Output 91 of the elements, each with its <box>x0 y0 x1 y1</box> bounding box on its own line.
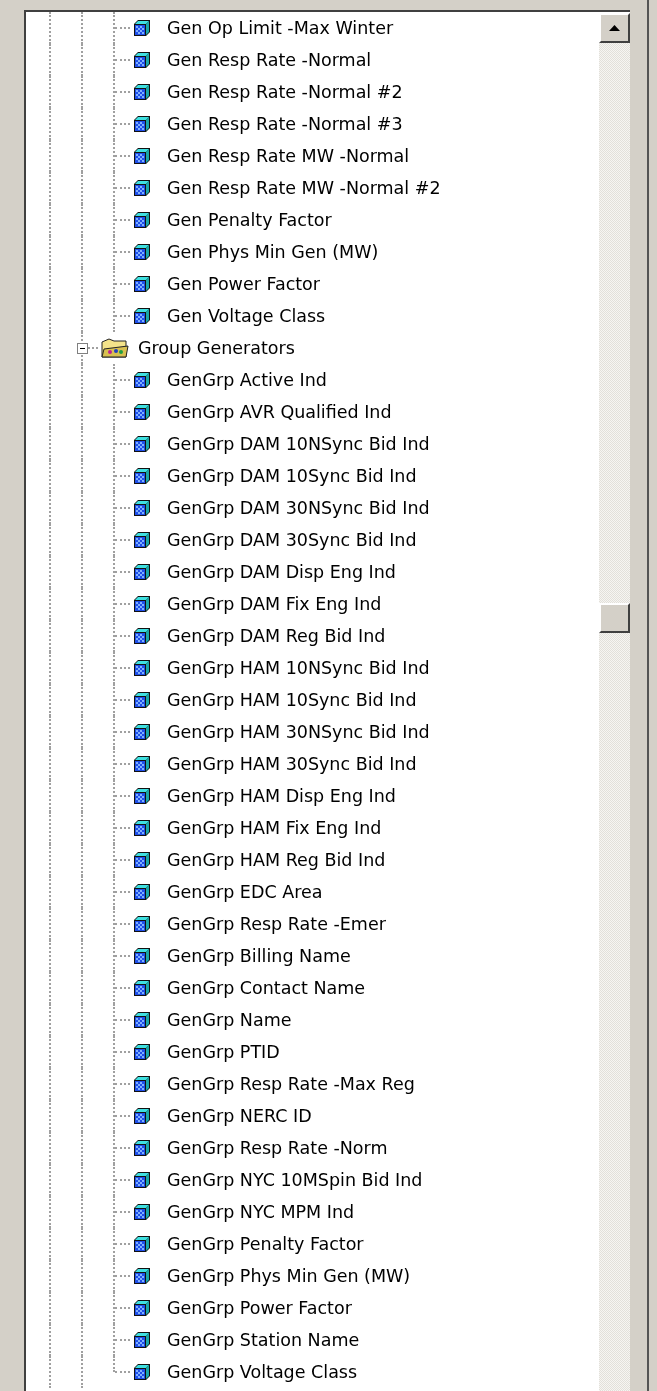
tree-item[interactable]: GenGrp Penalty Factor <box>167 1233 364 1255</box>
tree-item[interactable]: GenGrp HAM Disp Eng Ind <box>167 785 396 807</box>
tree-item[interactable]: GenGrp HAM 30NSync Bid Ind <box>167 721 430 743</box>
cube-icon <box>133 1331 151 1349</box>
cube-icon <box>133 1011 151 1029</box>
tree-item[interactable]: GenGrp DAM Fix Eng Ind <box>167 593 382 615</box>
cube-icon <box>133 819 151 837</box>
vertical-scrollbar[interactable] <box>599 13 630 1391</box>
tree-item[interactable]: GenGrp DAM 10Sync Bid Ind <box>167 465 417 487</box>
tree-item[interactable]: GenGrp Station Name <box>167 1329 360 1351</box>
cube-icon <box>133 947 151 965</box>
collapse-icon[interactable] <box>77 343 88 354</box>
cube-icon <box>133 307 151 325</box>
tree-item[interactable]: GenGrp Resp Rate -Emer <box>167 913 386 935</box>
tree-item[interactable]: GenGrp DAM Reg Bid Ind <box>167 625 386 647</box>
tree-item[interactable]: GenGrp Resp Rate -Max Reg <box>167 1073 415 1095</box>
tree-item[interactable]: Gen Resp Rate MW -Normal <box>167 145 410 167</box>
tree-item[interactable]: GenGrp Phys Min Gen (MW) <box>167 1265 411 1287</box>
cube-icon <box>133 531 151 549</box>
tree-item[interactable]: GenGrp PTID <box>167 1041 280 1063</box>
tree-item[interactable]: GenGrp Name <box>167 1009 292 1031</box>
cube-icon <box>133 883 151 901</box>
cube-icon <box>133 51 151 69</box>
tree-item[interactable]: Gen Penalty Factor <box>167 209 332 231</box>
tree-item[interactable]: Gen Power Factor <box>167 273 321 295</box>
tree-item[interactable]: GenGrp Active Ind <box>167 369 327 391</box>
cube-icon <box>133 1043 151 1061</box>
cube-icon <box>133 19 151 37</box>
cube-icon <box>133 1235 151 1253</box>
tree-item[interactable]: GenGrp DAM 30NSync Bid Ind <box>167 497 430 519</box>
open-folder-icon <box>100 337 130 359</box>
cube-icon <box>133 403 151 421</box>
tree-item[interactable]: GenGrp AVR Qualified Ind <box>167 401 392 423</box>
tree-item[interactable]: GenGrp HAM Reg Bid Ind <box>167 849 386 871</box>
cube-icon <box>133 691 151 709</box>
cube-icon <box>133 243 151 261</box>
cube-icon <box>133 211 151 229</box>
cube-icon <box>133 1203 151 1221</box>
tree-item[interactable]: Gen Resp Rate -Normal #3 <box>167 113 403 135</box>
cube-icon <box>133 1139 151 1157</box>
up-arrow-icon <box>609 25 620 31</box>
cube-icon <box>133 147 151 165</box>
tree-item[interactable]: GenGrp Billing Name <box>167 945 351 967</box>
cube-icon <box>133 467 151 485</box>
tree-item[interactable]: Gen Resp Rate -Normal #2 <box>167 81 403 103</box>
tree-item[interactable]: GenGrp HAM 10Sync Bid Ind <box>167 689 417 711</box>
tree-item[interactable]: GenGrp Contact Name <box>167 977 366 999</box>
cube-icon <box>133 979 151 997</box>
cube-icon <box>133 371 151 389</box>
cube-icon <box>133 787 151 805</box>
cube-icon <box>133 595 151 613</box>
tree-item[interactable]: Gen Resp Rate MW -Normal #2 <box>167 177 441 199</box>
cube-icon <box>133 1267 151 1285</box>
cube-icon <box>133 1363 151 1381</box>
tree-item[interactable]: Gen Resp Rate -Normal <box>167 49 372 71</box>
tree-item[interactable]: GenGrp NYC 10MSpin Bid Ind <box>167 1169 423 1191</box>
cube-icon <box>133 563 151 581</box>
cube-icon <box>133 1075 151 1093</box>
tree-item[interactable]: GenGrp HAM Fix Eng Ind <box>167 817 382 839</box>
cube-icon <box>133 1299 151 1317</box>
tree-item[interactable]: GenGrp EDC Area <box>167 881 323 903</box>
scrollbar-thumb[interactable] <box>599 603 630 633</box>
cube-icon <box>133 179 151 197</box>
cube-icon <box>133 435 151 453</box>
cube-icon <box>133 115 151 133</box>
tree-item[interactable]: GenGrp HAM 30Sync Bid Ind <box>167 753 417 775</box>
cube-icon <box>133 275 151 293</box>
cube-icon <box>133 723 151 741</box>
cube-icon <box>133 851 151 869</box>
cube-icon <box>133 659 151 677</box>
tree-item[interactable]: Gen Voltage Class <box>167 305 326 327</box>
tree-item[interactable]: GenGrp DAM Disp Eng Ind <box>167 561 396 583</box>
cube-icon <box>133 499 151 517</box>
tree-item[interactable]: GenGrp HAM 10NSync Bid Ind <box>167 657 430 679</box>
tree-item[interactable]: Gen Phys Min Gen (MW) <box>167 241 379 263</box>
tree-item[interactable]: GenGrp NERC ID <box>167 1105 312 1127</box>
cube-icon <box>133 1171 151 1189</box>
tree-folder[interactable]: Group Generators <box>138 337 295 359</box>
cube-icon <box>133 627 151 645</box>
cube-icon <box>133 915 151 933</box>
cube-icon <box>133 755 151 773</box>
tree-item[interactable]: Gen Op Limit -Max Winter <box>167 17 394 39</box>
cube-icon <box>133 1107 151 1125</box>
tree-item[interactable]: GenGrp DAM 30Sync Bid Ind <box>167 529 417 551</box>
tree-item[interactable]: GenGrp DAM 10NSync Bid Ind <box>167 433 430 455</box>
tree-item[interactable]: GenGrp NYC MPM Ind <box>167 1201 355 1223</box>
tree-item[interactable]: GenGrp Voltage Class <box>167 1361 358 1383</box>
scroll-up-button[interactable] <box>599 13 630 43</box>
tree-item[interactable]: GenGrp Resp Rate -Norm <box>167 1137 388 1159</box>
tree-item[interactable]: GenGrp Power Factor <box>167 1297 352 1319</box>
cube-icon <box>133 83 151 101</box>
